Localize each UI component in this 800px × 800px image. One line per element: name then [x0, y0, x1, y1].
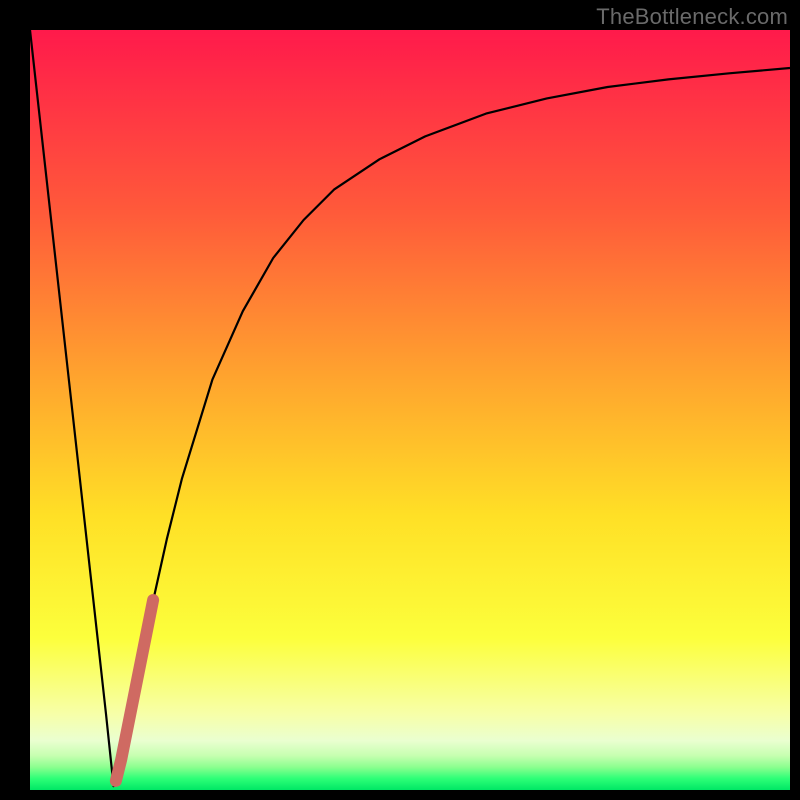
watermark-text: TheBottleneck.com	[596, 4, 788, 30]
chart-frame: TheBottleneck.com	[0, 0, 800, 800]
chart-svg	[30, 30, 790, 790]
plot-area	[30, 30, 790, 790]
highlight-segment	[116, 600, 153, 781]
